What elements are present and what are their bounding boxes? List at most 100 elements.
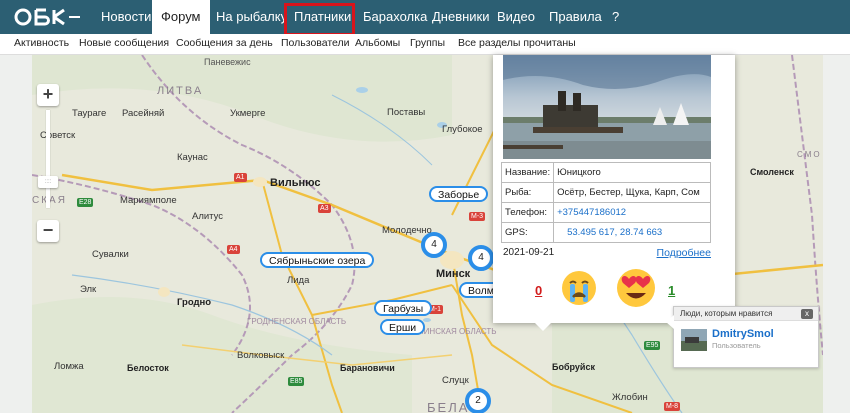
field-fish-value: Осётр, Бестер, Щука, Карп, Сом — [553, 182, 711, 203]
likes-tooltip: Люди, которым нравится x DmitrySmol Поль… — [666, 306, 819, 368]
road-e85: E85 — [288, 377, 305, 386]
pond-photo-image — [503, 55, 711, 159]
right-margin — [823, 55, 850, 413]
site-logo[interactable] — [14, 4, 84, 30]
map-label-russia-region: СМО — [797, 150, 822, 159]
left-margin — [0, 55, 32, 413]
map-label-panevezys: Паневежис — [204, 57, 251, 67]
nav-rules[interactable]: Правила — [540, 0, 611, 34]
road-e95: E95 — [644, 341, 661, 350]
map-label-grodno-region: ГРОДНЕНСКАЯ ОБЛАСТЬ — [247, 317, 347, 326]
pond-info-popup: Название: Юницкого Рыба: Осётр, Бестер, … — [493, 55, 735, 323]
zoom-control: + :::: − — [37, 84, 59, 242]
field-name-label: Название: — [500, 162, 555, 183]
popup-pointer — [534, 322, 552, 331]
subnav-users[interactable]: Пользователи — [281, 37, 350, 49]
nav-fishing[interactable]: На рыбалку — [207, 0, 296, 34]
subnav-today-posts[interactable]: Сообщения за день — [176, 37, 273, 49]
map-label-grodno: Гродно — [177, 297, 212, 308]
field-fish-label: Рыба: — [500, 182, 555, 203]
map-cluster[interactable]: 4 — [468, 245, 494, 271]
map-label-kaunas: Каунас — [177, 152, 208, 163]
avatar[interactable] — [681, 329, 707, 351]
zoom-slider-handle[interactable]: :::: — [38, 176, 58, 188]
field-gps-label: GPS: — [500, 222, 555, 243]
crying-face-icon[interactable] — [561, 270, 597, 306]
table-row: GPS: 53.495 617, 28.74 663 — [500, 222, 711, 243]
sub-navigation-bar: Активность Новые сообщения Сообщения за … — [0, 34, 850, 55]
heart-eyes-icon[interactable] — [616, 268, 656, 308]
map-label-belostok: Белосток — [127, 363, 169, 373]
liker-role: Пользователь — [712, 341, 761, 350]
map-pin-zaborie[interactable]: Заборье — [429, 186, 489, 202]
table-row: Рыба: Осётр, Бестер, Щука, Карп, Сом — [500, 182, 711, 203]
map-label-zhlobin: Жлобин — [612, 392, 648, 403]
more-details-link[interactable]: Подробнее — [657, 247, 711, 259]
map-label-marijampole: Мариямполе — [120, 195, 177, 206]
table-row: Телефон: +375447186012 — [500, 202, 711, 223]
road-a4: A4 — [227, 245, 240, 254]
close-icon[interactable]: x — [801, 309, 813, 319]
zoom-in-button[interactable]: + — [37, 84, 59, 106]
map-label-postavy: Поставы — [387, 107, 426, 118]
logo-icon — [14, 8, 80, 26]
map-label-suvalki: Сувалки — [92, 249, 129, 260]
subnav-activity[interactable]: Активность — [14, 37, 69, 49]
map-label-alytus: Алитус — [192, 211, 224, 222]
map-label-bobruisk: Бобруйск — [552, 362, 595, 372]
gps-link[interactable]: 53.495 617, 28.74 663 — [557, 227, 662, 238]
map-pin-sabrinskie-lakes[interactable]: Сябрыньские озера — [260, 252, 375, 268]
field-phone-label: Телефон: — [500, 202, 555, 223]
map-label-raseiniai: Расейняй — [122, 108, 165, 119]
road-a1: A1 — [234, 173, 247, 182]
tooltip-pointer — [666, 315, 674, 329]
map-label-taurage: Таураге — [72, 108, 107, 119]
map-label-ukmerge: Укмерге — [230, 108, 266, 119]
road-m3: M-3 — [469, 212, 486, 221]
zoom-out-button[interactable]: − — [37, 220, 59, 242]
subnav-groups[interactable]: Группы — [410, 37, 445, 49]
map-label-slutsk: Слуцк — [442, 375, 469, 386]
zoom-slider-track[interactable] — [46, 110, 50, 208]
map-label-belarus: БЕЛА — [427, 400, 470, 413]
nav-news[interactable]: Новости — [92, 0, 160, 34]
phone-link[interactable]: +375447186012 — [557, 207, 626, 218]
map-label-lida: Лида — [287, 275, 310, 286]
pond-info-table: Название: Юницкого Рыба: Осётр, Бестер, … — [500, 162, 711, 243]
map-cluster[interactable]: 2 — [465, 388, 491, 413]
nav-help[interactable]: ? — [603, 0, 628, 34]
map-label-lithuania: ЛИТВА — [157, 85, 204, 97]
love-reaction-count[interactable]: 1 — [668, 283, 675, 298]
road-e28: E28 — [77, 198, 94, 207]
map-label-smolensk: Смоленск — [750, 167, 794, 177]
liker-username[interactable]: DmitrySmol — [712, 328, 774, 340]
pond-date: 2021-09-21 — [503, 247, 555, 258]
map-label-minsk: Минск — [436, 268, 471, 280]
nav-video[interactable]: Видео — [488, 0, 544, 34]
field-phone-value: +375447186012 — [553, 202, 711, 223]
likes-tooltip-title: Люди, которым нравится — [674, 307, 818, 321]
subnav-new-posts[interactable]: Новые сообщения — [79, 37, 169, 49]
subnav-albums[interactable]: Альбомы — [355, 37, 400, 49]
map-label-volkovysk: Волковыск — [237, 350, 285, 361]
map-label-glubokoe: Глубокое — [442, 124, 483, 135]
map-label-lomzha: Ломжа — [54, 361, 84, 372]
cry-reaction-count[interactable]: 0 — [535, 283, 542, 298]
field-name-value: Юницкого — [553, 162, 711, 183]
subnav-mark-all-read[interactable]: Все разделы прочитаны — [458, 37, 576, 49]
table-row: Название: Юницкого — [500, 162, 711, 183]
map-label-baranovichi: Барановичи — [340, 363, 395, 373]
road-a3: A3 — [318, 204, 331, 213]
road-m8: M-8 — [664, 402, 681, 411]
avatar-image — [681, 329, 707, 351]
map-label-elk: Элк — [80, 284, 97, 295]
top-navigation-bar: Новости Форум На рыбалку Платники Барахо… — [0, 0, 850, 38]
map-pin-garbuzy[interactable]: Гарбузы — [374, 300, 433, 316]
field-gps-value: 53.495 617, 28.74 663 — [553, 222, 711, 243]
map-cluster[interactable]: 4 — [421, 232, 447, 258]
map-label-minsk-region: МИНСКАЯ ОБЛАСТЬ — [417, 327, 497, 336]
map-pin-ershi[interactable]: Ерши — [380, 319, 426, 335]
nav-forum[interactable]: Форум — [152, 0, 210, 38]
pond-photo[interactable] — [503, 55, 711, 159]
map-label-vilnius: Вильнюс — [270, 177, 321, 189]
